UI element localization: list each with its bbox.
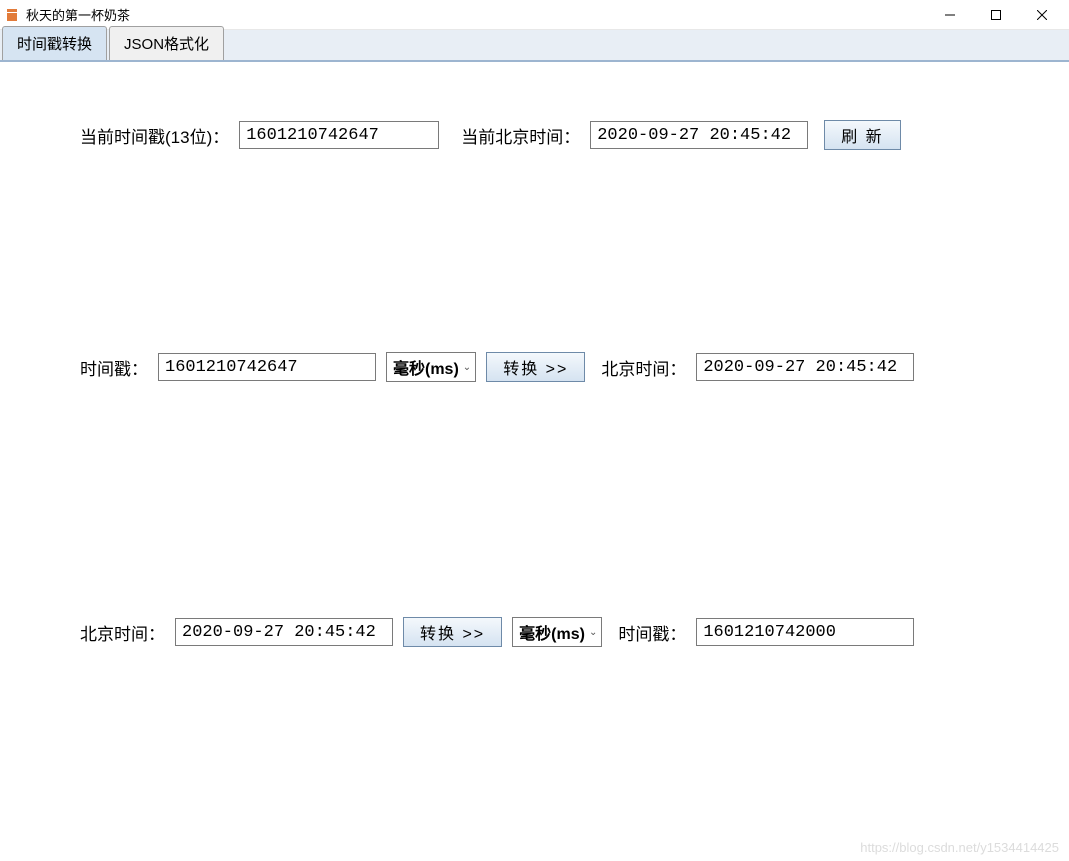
current-timestamp-label: 当前时间戳(13位)：: [80, 123, 229, 148]
current-timestamp-field[interactable]: [239, 121, 439, 149]
beijing-output-label: 北京时间：: [601, 355, 686, 380]
tab-timestamp[interactable]: 时间戳转换: [2, 26, 107, 60]
timestamp-output-field[interactable]: [696, 618, 914, 646]
tab-json[interactable]: JSON格式化: [109, 26, 224, 60]
convert-to-timestamp-button[interactable]: 转换 >>: [403, 617, 502, 647]
current-beijing-label: 当前北京时间：: [461, 123, 580, 148]
app-icon: [4, 7, 20, 23]
refresh-button[interactable]: 刷 新: [824, 120, 900, 150]
unit-select-1-value: 毫秒(ms): [393, 355, 459, 379]
unit-select-2[interactable]: 毫秒(ms) ⌄: [512, 617, 602, 647]
maximize-button[interactable]: [973, 0, 1019, 30]
unit-select-2-value: 毫秒(ms): [519, 620, 585, 644]
unit-select-1[interactable]: 毫秒(ms) ⌄: [386, 352, 476, 382]
watermark: https://blog.csdn.net/y1534414425: [860, 840, 1059, 855]
timestamp-input-label: 时间戳：: [80, 355, 148, 380]
minimize-button[interactable]: [927, 0, 973, 30]
close-button[interactable]: [1019, 0, 1065, 30]
tabbar: 时间戳转换 JSON格式化: [0, 30, 1069, 62]
beijing-output-field[interactable]: [696, 353, 914, 381]
chevron-down-icon: ⌄: [589, 627, 597, 638]
content-area: 当前时间戳(13位)： 当前北京时间： 刷 新 时间戳： 毫秒(ms) ⌄ 转换…: [0, 62, 1069, 861]
timestamp-output-label: 时间戳：: [618, 620, 686, 645]
current-time-row: 当前时间戳(13位)： 当前北京时间： 刷 新: [80, 120, 901, 150]
beijing-input-field[interactable]: [175, 618, 393, 646]
timestamp-input[interactable]: [158, 353, 376, 381]
convert-to-date-button[interactable]: 转换 >>: [486, 352, 585, 382]
current-beijing-field[interactable]: [590, 121, 808, 149]
window-title: 秋天的第一杯奶茶: [26, 5, 927, 24]
chevron-down-icon: ⌄: [463, 362, 471, 373]
window-controls: [927, 0, 1065, 30]
date-to-timestamp-row: 北京时间： 转换 >> 毫秒(ms) ⌄ 时间戳：: [80, 617, 914, 647]
beijing-input-label: 北京时间：: [80, 620, 165, 645]
timestamp-to-date-row: 时间戳： 毫秒(ms) ⌄ 转换 >> 北京时间：: [80, 352, 914, 382]
